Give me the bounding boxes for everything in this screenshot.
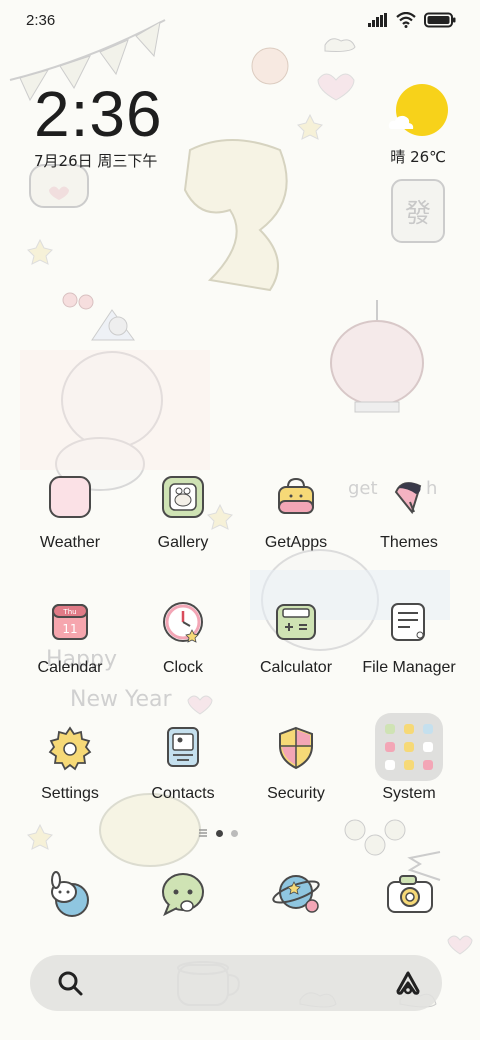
app-security[interactable]: Security: [240, 725, 352, 803]
shield-icon: [279, 726, 313, 770]
app-label-calculator: Calculator: [259, 659, 333, 676]
app-label-file-manager: File Manager: [362, 659, 456, 676]
folder-system[interactable]: System: [353, 713, 465, 803]
status-icons: [368, 12, 456, 28]
svg-text:11: 11: [62, 622, 77, 636]
search-icon[interactable]: [56, 969, 84, 997]
weather-text: 晴 26℃: [390, 148, 446, 166]
search-bar[interactable]: [30, 955, 442, 1011]
app-weather[interactable]: Weather: [14, 474, 126, 552]
app-calculator[interactable]: Calculator: [240, 599, 352, 677]
status-time: 2:36: [26, 12, 56, 29]
app-label-security: Security: [267, 785, 325, 802]
app-label-contacts: Contacts: [151, 785, 215, 802]
app-label-clock: Clock: [162, 659, 203, 676]
calculator-icon: [276, 604, 316, 640]
dock-app-browser[interactable]: [270, 866, 326, 922]
battery-icon: [424, 12, 456, 28]
status-bar: 2:36: [0, 0, 480, 40]
clock-widget[interactable]: 2:36 7月26日 周三下午: [34, 82, 163, 171]
shopping-bag-icon: [278, 477, 314, 514]
page-indicator[interactable]: [198, 828, 238, 838]
svg-text:New Year: New Year: [70, 687, 173, 712]
chat-bubble-icon: [162, 873, 204, 917]
widget-time: 2:36: [34, 78, 163, 150]
app-clock[interactable]: Clock: [127, 599, 239, 677]
app-gallery[interactable]: Gallery: [127, 474, 239, 552]
app-contacts[interactable]: Contacts: [127, 725, 239, 803]
camera-icon: [387, 875, 433, 913]
app-label-gallery: Gallery: [157, 534, 209, 551]
app-getapps[interactable]: GetApps: [240, 474, 352, 552]
app-settings[interactable]: Settings: [14, 725, 126, 803]
folder-icon: [375, 713, 443, 781]
app-file-manager[interactable]: File Manager: [353, 599, 465, 677]
app-themes[interactable]: Themes: [353, 474, 465, 552]
dock-app-bunny[interactable]: [40, 866, 96, 922]
page-dot-active[interactable]: [216, 829, 223, 837]
gear-icon: [48, 726, 92, 771]
assistant-icon[interactable]: [394, 969, 422, 997]
svg-text:Thu: Thu: [62, 608, 76, 616]
app-label-weather: Weather: [39, 534, 101, 551]
calendar-icon: Thu 11: [52, 604, 88, 640]
cellular-signal-icon: [368, 13, 387, 27]
dock-app-messages[interactable]: [155, 866, 211, 922]
app-label-system: System: [382, 785, 436, 802]
ice-cream-icon: [394, 482, 422, 515]
app-label-themes: Themes: [380, 534, 438, 551]
list-view-icon: [199, 829, 207, 837]
page-dot[interactable]: [231, 829, 238, 837]
svg-text:發: 發: [405, 199, 431, 229]
dock-app-camera[interactable]: [382, 866, 438, 922]
clock-icon: [163, 602, 203, 643]
app-label-settings: Settings: [41, 785, 99, 802]
planet-icon: [272, 875, 320, 913]
widget-date: 7月26日 周三下午: [34, 152, 158, 170]
weather-icon: [49, 476, 91, 518]
gallery-icon: [162, 476, 204, 518]
weather-widget[interactable]: 晴 26℃: [386, 84, 448, 166]
wifi-icon: [396, 12, 416, 28]
app-label-calendar: Calendar: [37, 659, 103, 676]
cloud-icon: [388, 115, 414, 129]
app-calendar[interactable]: Thu 11 Calendar: [14, 599, 126, 677]
file-icon: [391, 603, 425, 641]
contacts-icon: [167, 727, 199, 767]
bunny-moon-icon: [51, 871, 89, 917]
app-label-getapps: GetApps: [264, 534, 328, 551]
